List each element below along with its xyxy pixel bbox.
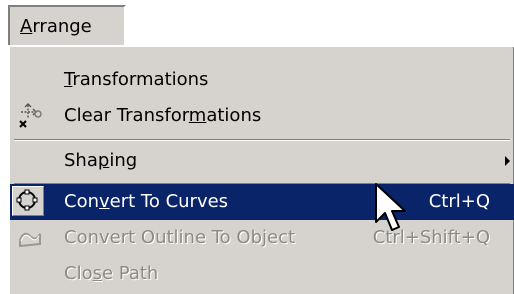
menu-item-clear-transformations[interactable]: Clear Transformations <box>10 98 514 134</box>
menu-arrange-mnemonic: A <box>20 16 33 37</box>
mnemonic: v <box>99 191 110 212</box>
label-rest: ransformations <box>72 69 209 90</box>
label-after: ing <box>109 150 138 171</box>
menu-item-convert-outline-label: Convert Outline To Object <box>64 227 295 248</box>
label-before: Convert Outline To Ob <box>64 227 262 248</box>
convert-to-curves-icon-frame <box>12 186 44 216</box>
label-before: Con <box>64 191 99 212</box>
menu-item-shaping[interactable]: Shaping <box>10 143 514 179</box>
label-after: ect <box>267 227 296 248</box>
menu-arrange-label-rest: rrange <box>32 16 92 37</box>
label-after: e Path <box>101 263 159 284</box>
menu-item-shaping-label: Shaping <box>64 150 137 171</box>
menu-arrange[interactable]: Arrange <box>8 5 126 47</box>
menu-arrange-label: Arrange <box>20 16 92 37</box>
menu-item-clear-transformations-label: Clear Transformations <box>64 105 261 126</box>
menu-item-close-path[interactable]: Close Path <box>10 256 514 292</box>
screen: Arrange Transformations Clear Transforma… <box>0 0 514 294</box>
clear-transformations-icon <box>19 103 42 128</box>
menu-item-convert-to-curves-shortcut: Ctrl+Q <box>428 191 490 212</box>
mnemonic: s <box>92 263 102 284</box>
menu-item-transformations-label: Transformations <box>64 69 208 90</box>
menu-item-convert-to-curves[interactable]: Convert To Curves Ctrl+Q <box>10 184 514 220</box>
arrange-dropdown-menu: Transformations Clear Transformations Sh… <box>8 45 514 294</box>
mnemonic: p <box>97 150 110 171</box>
mouse-cursor-icon <box>375 183 406 231</box>
menu-item-close-path-label: Close Path <box>64 263 158 284</box>
label-before: Clo <box>64 263 93 284</box>
convert-outline-icon <box>19 232 41 248</box>
label-after: ert To Curves <box>109 191 229 212</box>
convert-to-curves-icon <box>16 189 38 211</box>
submenu-arrow-icon <box>505 156 510 166</box>
menu-separator <box>14 139 510 141</box>
label-before: Sha <box>64 150 98 171</box>
label-before: Clear Transfor <box>64 105 189 126</box>
menu-item-convert-outline-to-object[interactable]: Convert Outline To Object Ctrl+Shift+Q <box>10 220 514 256</box>
label-after: ations <box>206 105 262 126</box>
menu-item-transformations[interactable]: Transformations <box>10 62 514 98</box>
menu-item-convert-to-curves-label: Convert To Curves <box>64 191 228 212</box>
mnemonic: m <box>188 105 207 126</box>
